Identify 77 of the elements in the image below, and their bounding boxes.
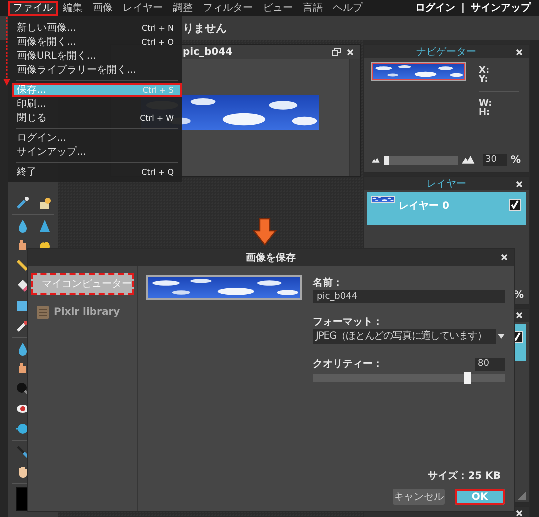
menu-item[interactable]: ヘルプ [328, 0, 368, 16]
zoom-in-icon[interactable] [462, 156, 475, 164]
menu-item[interactable]: レイヤー [118, 0, 168, 16]
menu-entry[interactable]: 画像を開く... Ctrl + O [12, 35, 182, 49]
slider-thumb[interactable] [464, 372, 471, 384]
menu-item[interactable]: 言語 [298, 0, 328, 16]
close-icon[interactable] [516, 312, 523, 319]
menu-entry[interactable]: 終了 Ctrl + Q [12, 165, 182, 179]
zoom-slider-fill[interactable] [384, 156, 389, 164]
burn-icon[interactable] [16, 382, 30, 396]
scrollbar[interactable] [349, 59, 360, 176]
zoom-out-icon[interactable] [372, 158, 380, 162]
percent-label: % [510, 154, 521, 166]
menu-item[interactable]: フィルター [198, 0, 258, 16]
layer-name: レイヤー 0 [399, 200, 450, 213]
dialog-title: 画像を保存 [246, 252, 296, 264]
visibility-checkbox[interactable] [509, 199, 521, 211]
options-text: りません [183, 20, 227, 36]
menu-entry[interactable]: 画像ライブラリーを開く... [12, 63, 182, 77]
location-item[interactable]: Pixlr library [31, 301, 134, 323]
hand-icon[interactable] [16, 465, 30, 479]
close-icon[interactable] [501, 254, 508, 261]
library-icon [37, 306, 49, 318]
cone-icon[interactable] [38, 219, 52, 233]
smudge-icon[interactable] [16, 319, 30, 333]
menu-entry[interactable]: 印刷... [12, 97, 182, 111]
quality-label: クオリティー： [313, 358, 383, 370]
shortcut-text: Ctrl + N [142, 24, 174, 32]
close-icon[interactable] [516, 180, 523, 188]
shortcut-text: Ctrl + Q [142, 168, 174, 176]
callout-arrow [3, 17, 11, 87]
signup-link[interactable]: サインアップ [471, 1, 531, 15]
size-label: W: [479, 100, 494, 109]
brush-icon[interactable] [16, 196, 30, 210]
format-dropdown[interactable]: JPEG（ほとんどの写真に適しています） [313, 329, 496, 344]
menu-entry[interactable]: 新しい画像... Ctrl + N [12, 21, 182, 35]
name-label: 名前： [313, 278, 344, 290]
panel-title: レイヤー [426, 178, 466, 191]
menu-item[interactable]: 画像 [88, 0, 118, 16]
stamp-icon[interactable] [38, 196, 52, 210]
divider-text: | [461, 2, 465, 14]
size-text: サイズ：25 KB [428, 470, 501, 483]
drop-icon[interactable] [16, 342, 30, 356]
close-icon[interactable] [516, 510, 523, 517]
down-arrow-icon [253, 218, 277, 246]
document-title: pic_b044 [183, 46, 233, 58]
zoom-field[interactable]: 30 [482, 154, 507, 166]
menu-entry[interactable]: サインアップ... [12, 145, 182, 159]
coordinate-label: X: [479, 67, 491, 76]
coordinate-label: Y: [479, 76, 490, 85]
shortcut-text: Ctrl + O [142, 38, 174, 46]
resize-grip[interactable] [518, 492, 526, 500]
name-field[interactable]: pic_b044 [313, 290, 505, 303]
zoom-slider[interactable] [384, 156, 458, 164]
format-label: フォーマット： [313, 317, 384, 329]
percent-label: % [514, 290, 524, 301]
menu-entry[interactable]: ログイン... [12, 131, 182, 145]
menu-item[interactable]: ファイル [8, 0, 58, 16]
cancel-button[interactable]: キャンセル [393, 489, 445, 505]
menu-item[interactable]: 調整 [168, 0, 198, 16]
dropper-icon[interactable] [16, 445, 30, 459]
shortcut-text: Ctrl + S [142, 86, 174, 94]
restore-icon[interactable] [332, 48, 341, 56]
panel-title: ナビゲーター [416, 46, 476, 59]
menu-entry[interactable]: 画像URLを開く... [12, 49, 182, 63]
quality-slider[interactable] [313, 374, 505, 382]
menu-item[interactable]: ビュー [258, 0, 298, 16]
login-link[interactable]: ログイン [415, 1, 456, 15]
drop-icon[interactable] [16, 219, 30, 233]
close-icon[interactable] [516, 48, 523, 56]
close-icon[interactable] [347, 48, 354, 56]
shortcut-text: Ctrl + W [140, 114, 174, 122]
quality-field[interactable]: 80 [475, 358, 505, 371]
menu-item[interactable]: 編集 [58, 0, 88, 16]
menu-entry[interactable]: 閉じる Ctrl + W [12, 111, 182, 125]
size-label: H: [479, 109, 492, 118]
dropdown-caret-icon[interactable] [498, 334, 505, 339]
